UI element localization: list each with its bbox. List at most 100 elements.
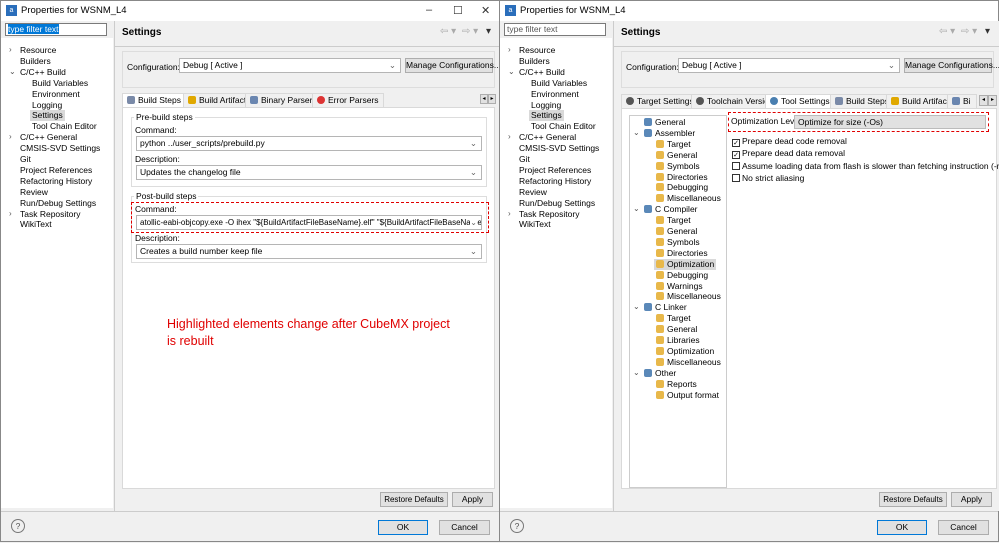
checkbox-icon[interactable]: ✓ bbox=[732, 151, 740, 160]
tab-binary-parsers[interactable]: Bi bbox=[947, 94, 977, 108]
tree-item[interactable]: Miscellaneous bbox=[656, 291, 721, 302]
tree-item[interactable]: Debugging bbox=[656, 182, 708, 193]
help-icon[interactable]: ? bbox=[510, 519, 524, 533]
tree-item[interactable]: Warnings bbox=[656, 281, 703, 292]
option-checkbox[interactable]: No strict aliasing bbox=[732, 173, 804, 183]
tree-item[interactable]: Output format bbox=[656, 390, 719, 401]
help-icon[interactable]: ? bbox=[11, 519, 25, 533]
back-icon[interactable]: ⇦ ▾ bbox=[440, 26, 456, 37]
filter-input[interactable]: type filter text bbox=[504, 23, 606, 36]
tree-item[interactable]: Resource bbox=[519, 45, 555, 56]
chevron-down-icon[interactable]: ⌄ bbox=[508, 67, 515, 76]
pre-build-description-input[interactable]: Updates the changelog file ⌄ bbox=[136, 165, 482, 180]
ok-button[interactable]: OK bbox=[378, 520, 428, 535]
tab-error-parsers[interactable]: Error Parsers bbox=[312, 93, 384, 107]
tree-item[interactable]: Directories bbox=[656, 248, 708, 259]
apply-button[interactable]: Apply bbox=[452, 492, 493, 507]
tree-item[interactable]: Other bbox=[644, 368, 676, 379]
tree-item[interactable]: Assembler bbox=[644, 128, 695, 139]
tree-item[interactable]: C/C++ Build bbox=[519, 67, 565, 78]
chevron-down-icon[interactable]: ⌄ bbox=[9, 67, 16, 76]
tree-item[interactable]: Debugging bbox=[656, 270, 708, 281]
tree-item[interactable]: Builders bbox=[519, 56, 550, 67]
tab-target-settings[interactable]: Target Settings bbox=[621, 94, 699, 108]
chevron-down-icon[interactable]: ⌄ bbox=[633, 128, 640, 137]
option-checkbox[interactable]: ✓ Prepare dead data removal bbox=[732, 148, 845, 160]
tree-item[interactable]: Review bbox=[519, 187, 547, 198]
tab-scroll-left[interactable]: ◂ bbox=[979, 95, 988, 106]
tree-item[interactable]: CMSIS-SVD Settings bbox=[519, 143, 599, 154]
tree-item[interactable]: C/C++ General bbox=[20, 132, 77, 143]
chevron-right-icon[interactable]: › bbox=[9, 209, 12, 218]
option-checkbox[interactable]: ✓ Prepare dead code removal bbox=[732, 136, 847, 147]
tree-item[interactable]: Reports bbox=[656, 379, 697, 390]
tree-item[interactable]: Directories bbox=[656, 172, 708, 183]
apply-button[interactable]: Apply bbox=[951, 492, 992, 507]
tree-item[interactable]: Build Variables bbox=[531, 78, 587, 89]
tree-item[interactable]: Project References bbox=[519, 165, 591, 176]
configuration-select[interactable]: Debug [ Active ] ⌄ bbox=[678, 58, 900, 73]
tree-item[interactable]: Target bbox=[656, 313, 691, 324]
back-icon[interactable]: ⇦ ▾ bbox=[939, 26, 955, 37]
tree-item[interactable]: Logging bbox=[32, 100, 62, 111]
chevron-down-icon[interactable]: ⌄ bbox=[633, 204, 640, 213]
tree-item[interactable]: General bbox=[644, 117, 685, 128]
forward-icon[interactable]: ⇨ ▾ bbox=[961, 26, 977, 37]
tree-item[interactable]: Task Repository bbox=[519, 209, 579, 220]
tab-build-steps[interactable]: Build Steps bbox=[122, 93, 186, 108]
tree-item[interactable]: Environment bbox=[531, 89, 579, 100]
minimize-icon[interactable]: – bbox=[426, 4, 432, 16]
maximize-icon[interactable]: ☐ bbox=[453, 4, 463, 17]
tree-item[interactable]: Run/Debug Settings bbox=[519, 198, 595, 209]
tree-item[interactable]: Miscellaneous bbox=[656, 357, 721, 368]
chevron-right-icon[interactable]: › bbox=[9, 132, 12, 141]
tree-item[interactable]: C/C++ General bbox=[519, 132, 576, 143]
tree-item[interactable]: Git bbox=[20, 154, 31, 165]
tree-item[interactable]: Optimization bbox=[654, 258, 717, 270]
tree-item[interactable]: Resource bbox=[20, 45, 56, 56]
tree-item[interactable]: General bbox=[656, 150, 697, 161]
tree-item[interactable]: Builders bbox=[20, 56, 51, 67]
chevron-down-icon[interactable]: ⌄ bbox=[633, 368, 640, 377]
tab-scroll-left[interactable]: ◂ bbox=[480, 94, 488, 104]
tree-item[interactable]: C Compiler bbox=[644, 204, 698, 215]
tree-item[interactable]: Tool Chain Editor bbox=[531, 121, 596, 132]
pre-build-command-input[interactable]: python ../user_scripts/prebuild.py ⌄ bbox=[136, 136, 482, 151]
configuration-select[interactable]: Debug [ Active ] ⌄ bbox=[179, 58, 401, 73]
chevron-right-icon[interactable]: › bbox=[508, 209, 511, 218]
tree-item[interactable]: Symbols bbox=[656, 161, 700, 172]
menu-icon[interactable]: ▾ bbox=[985, 26, 990, 37]
close-icon[interactable]: ✕ bbox=[481, 4, 490, 17]
tree-item[interactable]: C/C++ Build bbox=[20, 67, 66, 78]
tree-item[interactable]: C Linker bbox=[644, 302, 687, 313]
tree-item[interactable]: Miscellaneous bbox=[656, 193, 721, 204]
tab-build-artifact[interactable]: Build Artifact bbox=[183, 93, 252, 107]
forward-icon[interactable]: ⇨ ▾ bbox=[462, 26, 478, 37]
menu-icon[interactable]: ▾ bbox=[486, 26, 491, 37]
tree-item[interactable]: Optimization bbox=[656, 346, 714, 357]
tree-item[interactable]: Target bbox=[656, 139, 691, 150]
tree-item[interactable]: Tool Chain Editor bbox=[32, 121, 97, 132]
chevron-right-icon[interactable]: › bbox=[508, 132, 511, 141]
manage-configurations-button[interactable]: Manage Configurations... bbox=[405, 58, 501, 73]
tree-item[interactable]: Logging bbox=[531, 100, 561, 111]
tree-item[interactable]: Refactoring History bbox=[519, 176, 591, 187]
restore-defaults-button[interactable]: Restore Defaults bbox=[879, 492, 947, 507]
tab-tool-settings[interactable]: Tool Settings bbox=[765, 94, 835, 109]
ok-button[interactable]: OK bbox=[877, 520, 927, 535]
tab-scroll-right[interactable]: ▸ bbox=[488, 94, 496, 104]
tab-build-steps[interactable]: Build Steps bbox=[830, 94, 894, 108]
tree-item[interactable]: Settings bbox=[30, 110, 65, 122]
tree-item[interactable]: Symbols bbox=[656, 237, 700, 248]
chevron-right-icon[interactable]: › bbox=[508, 45, 511, 54]
tree-item[interactable]: WikiText bbox=[519, 219, 551, 230]
manage-configurations-button[interactable]: Manage Configurations... bbox=[904, 58, 999, 73]
tree-item[interactable]: CMSIS-SVD Settings bbox=[20, 143, 100, 154]
checkbox-icon[interactable] bbox=[732, 173, 740, 182]
tree-item[interactable]: Libraries bbox=[656, 335, 700, 346]
restore-defaults-button[interactable]: Restore Defaults bbox=[380, 492, 448, 507]
checkbox-icon[interactable] bbox=[732, 161, 740, 170]
tree-item[interactable]: Git bbox=[519, 154, 530, 165]
tab-scroll-right[interactable]: ▸ bbox=[988, 95, 997, 106]
cancel-button[interactable]: Cancel bbox=[938, 520, 989, 535]
